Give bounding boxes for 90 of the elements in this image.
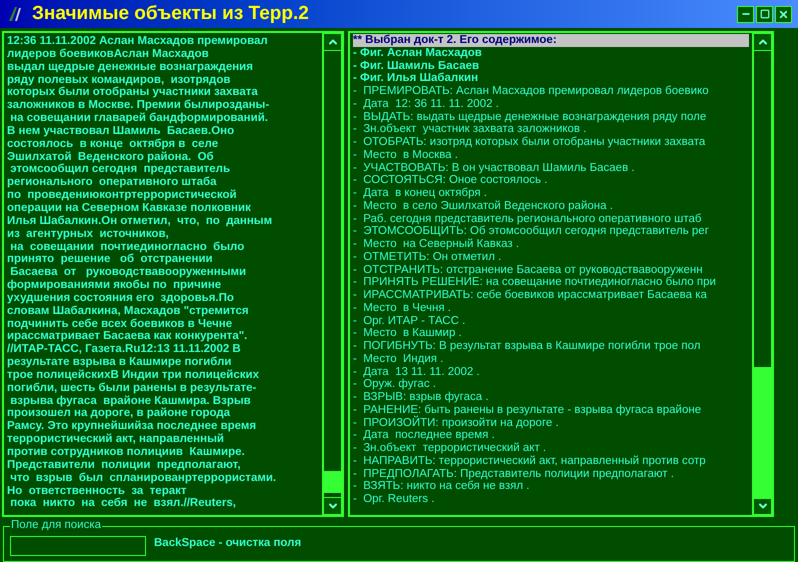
object-list-row[interactable]: - Орг. Reuters . — [353, 493, 749, 506]
document-text-line: Представители полиции предполагают, — [7, 458, 241, 472]
document-text-line: этомсообщил сегодня представитель — [9, 163, 230, 176]
object-list-row[interactable]: - ВЫДАТЬ: выдать щедрые денежные вознаграждения ряду поле — [353, 110, 749, 124]
document-text-line: //ИТАР-ТАСС, Газета.Ru12:13 11.11.2002 В — [7, 343, 241, 356]
document-text-line: подчинить себе всех боевиков в Чечне — [7, 318, 232, 330]
object-list-row[interactable]: - ИРАССМАТРИВАТЬ: себе боевиков ирассматривает Басаева ка — [353, 289, 749, 302]
object-list-row[interactable]: - Дата в конец октября . — [353, 187, 749, 200]
object-list-row[interactable]: - Оруж. фугас . — [353, 378, 749, 391]
object-list-row[interactable]: - Зн.объект участник захвата заложников . — [353, 123, 749, 136]
object-list-row[interactable]: - ОТОБРАТЬ: изотряд которых были отобраны участники захвата — [353, 136, 749, 149]
object-list-row[interactable]: - Фиг. Илья Шабалкин — [353, 72, 749, 85]
document-text-line: выдал щедрые денежные вознаграждения — [7, 60, 253, 74]
search-field[interactable] — [10, 536, 146, 556]
document-text-line: заложников в Москве. Премии былирозданы- — [7, 99, 270, 112]
document-text-line: произошел на дороге, в районе города — [7, 407, 230, 420]
document-text-line: ирассматривает Басаева как конкурента". — [7, 330, 248, 344]
search-hint: BackSpace - очистка поля — [154, 536, 302, 552]
scrollbar-thumb[interactable] — [754, 367, 771, 499]
document-text-line: Эшилхатой Веденского района. Об — [7, 150, 214, 164]
document-text-line: погибли, шесть были ранены в результате- — [7, 382, 256, 395]
object-list-row[interactable]: - Место в Чечня . — [353, 302, 749, 314]
document-text-line: регионального оперативного штаба — [7, 176, 217, 190]
document-text-line: взрыва фугаса врайоне Кашмира. Взрыв — [9, 394, 251, 408]
document-text-line: состоялось в конце октября в селе — [7, 138, 218, 151]
object-list-row[interactable]: - Орг. ИТАР - ТАСС . — [353, 314, 749, 328]
document-text-line: 12:36 11.11.2002 Аслан Масхадов премировал — [7, 35, 268, 48]
object-list-row[interactable]: - НАПРАВИТЬ: террористический акт, направленный против сотр — [353, 454, 749, 468]
window-title: Значимые объекты из Терр.2 — [32, 2, 309, 26]
document-text-line: лидеров боевиковАслан Масхадов — [7, 48, 209, 61]
document-text-line: формированиями якобы по причине — [7, 279, 222, 292]
object-list-row[interactable]: - ВЗРЫВ: взрыв фугаса . — [353, 391, 749, 404]
list-header-row[interactable]: ** Выбран док-т 2. Его содержимое: — [353, 34, 749, 47]
scroll-down-button[interactable] — [323, 497, 342, 516]
object-list-row[interactable]: - ВЗЯТЬ: никто на себя не взял . — [353, 480, 749, 493]
object-list-row[interactable]: - Дата 13 11. 11. 2002 . — [353, 366, 749, 378]
object-list-row[interactable]: - ПОГИБНУТЬ: В результат взрыва в Кашмире погибли трое пол — [353, 340, 749, 353]
document-text-line: что взрыв был спланированртеррористами. — [9, 472, 276, 485]
maximize-icon — [760, 9, 770, 19]
object-list-row[interactable]: - Место в Москва . — [353, 148, 749, 162]
app-icon — [6, 5, 24, 23]
document-text-line: по проведениюконтртеррористической — [7, 189, 237, 202]
object-list-row[interactable]: - Место на Северный Кавказ . — [353, 238, 749, 251]
scroll-up-button[interactable] — [323, 33, 342, 51]
document-text-line: из агентурных источников, — [7, 228, 169, 240]
document-text-line: В нем участвовал Шамиль Басаев.Оно — [7, 124, 234, 138]
close-icon — [778, 8, 789, 20]
object-list-row[interactable]: - Место в село Эшилхатой Веденского района . — [353, 200, 749, 212]
scrollbar-thumb[interactable] — [324, 471, 341, 493]
document-text-line: ухудшения состояния его здоровья.По — [7, 292, 234, 305]
object-list-row[interactable]: - Раб. сегодня представитель регионального оперативного штаб — [353, 212, 749, 226]
document-text-line: на совещании почтиединогласно было — [9, 240, 244, 254]
object-list-row[interactable]: - Место в Кашмир . — [353, 327, 749, 340]
scroll-up-button[interactable] — [753, 33, 772, 51]
object-list-row[interactable]: - ЭТОМСООБЩИТЬ: Об этомсообщил сегодня представитель рег — [353, 225, 749, 238]
document-text-line: операции на Северном Кавказе полковник — [7, 202, 251, 215]
object-list-row[interactable]: - Дата последнее время . — [353, 429, 749, 442]
object-list-row[interactable]: - РАНЕНИЕ: быть ранены в результате - взрыва фугаса врайоне — [353, 404, 749, 416]
document-text-line: Но ответственность за теракт — [7, 484, 187, 498]
object-list-row[interactable]: - Фиг. Шамиль Басаев — [353, 60, 749, 72]
object-list-row[interactable]: - Дата 12: 36 11. 11. 2002 . — [353, 98, 749, 110]
object-list-row[interactable]: - Зн.объект террористический акт . — [353, 442, 749, 455]
document-text-line: результате взрыва в Кашмире погибли — [7, 356, 232, 369]
document-text-line: трое полицейскихВ Индии три полицейских — [7, 368, 259, 382]
document-text-line: на совещании главарей бандформирований. — [9, 112, 268, 125]
document-text-line: принято решение об отстранении — [7, 253, 213, 266]
document-text-line: которых были отобраны участники захвата — [7, 86, 258, 100]
document-text-line: словам Шабалкина, Масхадов "стремится — [7, 304, 249, 318]
object-list-row[interactable]: - ПРЕМИРОВАТЬ: Аслан Масхадов премировал лидеров боевико — [353, 85, 749, 98]
document-text-line: против сотрудников полициив Кашмире. — [7, 446, 245, 459]
object-list-row[interactable]: - ОТМЕТИТЬ: Он отметил . — [353, 250, 749, 264]
object-list-row[interactable]: - СОСТОЯТЬСЯ: Оное состоялось . — [353, 174, 749, 187]
document-text-line: Илья Шабалкин.Он отметил, что, по данным — [7, 214, 272, 228]
document-text-line: Басаева от руководствавооруженными — [9, 266, 246, 280]
object-list-row[interactable]: - ПРИНЯТЬ РЕШЕНИЕ: на совещание почтиединогласно было при — [353, 276, 749, 289]
minimize-button[interactable] — [737, 6, 754, 22]
close-button[interactable] — [775, 6, 792, 22]
document-text-line: пока никто на себя не взял.//Reuters, — [9, 497, 236, 510]
scroll-down-button[interactable] — [753, 497, 772, 516]
document-text-line: террористический акт, направленный — [7, 433, 224, 446]
maximize-button[interactable] — [756, 6, 773, 22]
document-text-line: Рамсу. Это крупнейшийза последнее время — [7, 420, 256, 434]
document-text-line: ряду полевых командиров, изотрядов — [7, 74, 230, 86]
object-list-row[interactable]: - Фиг. Аслан Масхадов — [353, 46, 749, 60]
object-list-row[interactable]: - УЧАСТВОВАТЬ: В он участвовал Шамиль Басаев . — [353, 162, 749, 174]
object-list-row[interactable]: - ОТСТРАНИТЬ: отстранение Басаева от руководствавооруженн — [353, 264, 749, 276]
object-list-row[interactable]: - Место Индия . — [353, 352, 749, 366]
object-list-row[interactable]: - ПРОИЗОЙТИ: произойти на дороге . — [353, 416, 749, 430]
object-list-row[interactable]: - ПРЕДПОЛАГАТЬ: Представитель полиции предполагают . — [353, 468, 749, 480]
search-group-label: Поле для поиска — [10, 519, 102, 532]
